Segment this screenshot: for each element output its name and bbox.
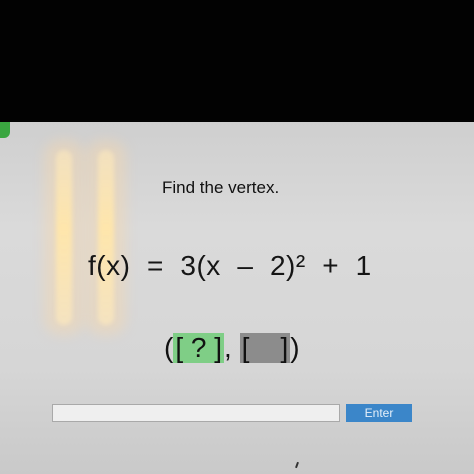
screen-glare-left xyxy=(56,150,72,325)
status-tab xyxy=(0,122,10,138)
function-equation: f(x) = 3(x – 2)² + 1 xyxy=(88,250,372,281)
open-paren: ( xyxy=(164,332,174,363)
answer-input[interactable] xyxy=(52,404,340,422)
x-coordinate-box[interactable]: [ ? ] xyxy=(173,333,225,363)
dark-bezel-area xyxy=(0,0,474,122)
question-title: Find the vertex. xyxy=(162,178,280,197)
y-coordinate-box[interactable]: [ ] xyxy=(239,333,291,363)
enter-button[interactable]: Enter xyxy=(346,404,412,422)
vertex-answer-template: ( [ ? ] , [ ] ) xyxy=(164,328,300,368)
screen: Find the vertex. f(x) = 3(x – 2)² + 1 ( … xyxy=(0,0,474,474)
screen-glare-right xyxy=(98,150,114,325)
comma-separator: , xyxy=(224,332,240,363)
close-paren: ) xyxy=(290,332,300,363)
